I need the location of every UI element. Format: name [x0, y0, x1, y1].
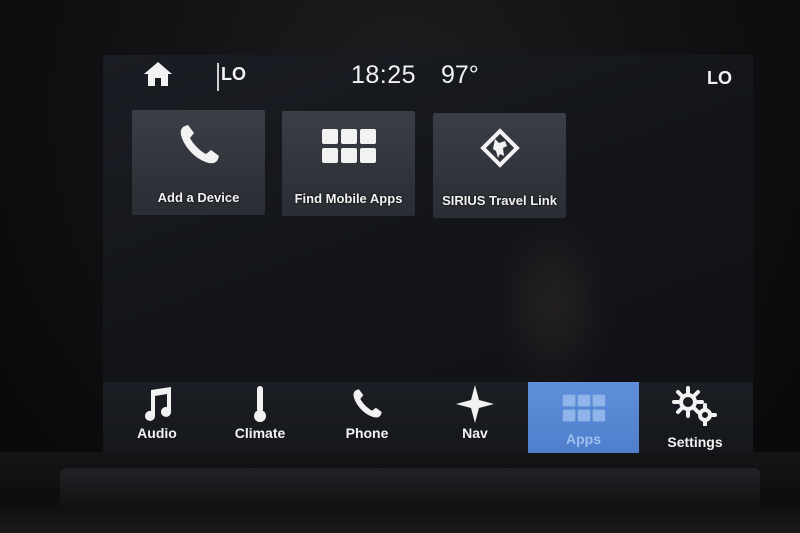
nav-tab-label: Audio	[137, 425, 177, 441]
nav-tab-nav[interactable]: Nav	[421, 382, 529, 453]
bottom-nav-bar: Audio Climate Phone Nav Apps Settings	[103, 382, 753, 453]
app-tile-find-mobile-apps[interactable]: Find Mobile Apps	[282, 111, 415, 216]
nav-tab-label: Climate	[234, 425, 286, 441]
bezel-ledge	[60, 468, 760, 508]
app-tile-sirius-travel-link[interactable]: SIRIUS Travel Link	[433, 113, 566, 218]
nav-tab-label: Settings	[667, 434, 723, 450]
app-tile-label: SIRIUS Travel Link	[442, 193, 557, 208]
outside-temperature: 97°	[441, 61, 479, 89]
app-tile-label: Find Mobile Apps	[294, 191, 403, 206]
nav-tab-settings[interactable]: Settings	[641, 382, 749, 453]
thermometer-icon	[250, 384, 270, 429]
nav-tab-label: Phone	[345, 425, 389, 441]
phone-icon	[350, 387, 384, 426]
nav-tab-phone[interactable]: Phone	[313, 382, 421, 453]
nav-tab-audio[interactable]: Audio	[103, 382, 211, 453]
passenger-temp-setting[interactable]: LO	[707, 68, 732, 89]
compass-star-icon	[455, 384, 495, 429]
status-bar: LO 18:25 97° LO	[103, 55, 753, 101]
nav-tab-label: Apps	[566, 431, 601, 447]
nav-tab-label: Nav	[462, 425, 488, 441]
phone-icon	[176, 122, 222, 173]
clock: 18:25	[351, 61, 417, 89]
app-tile-add-device[interactable]: Add a Device	[132, 110, 265, 215]
driver-temp-setting[interactable]: LO	[221, 64, 246, 85]
glass-reflection	[493, 215, 613, 395]
nav-tab-climate[interactable]: Climate	[206, 382, 314, 453]
home-icon	[143, 61, 173, 92]
grid-icon	[321, 128, 377, 169]
status-divider	[217, 63, 219, 91]
grid-icon	[562, 393, 606, 428]
home-button[interactable]	[141, 61, 175, 91]
infotainment-screen: LO 18:25 97° LO Add a Device Find Mobile…	[103, 55, 753, 453]
nav-tab-apps[interactable]: Apps	[528, 382, 639, 453]
sirius-dog-icon	[475, 123, 525, 178]
music-note-icon	[139, 386, 175, 427]
gears-icon	[672, 385, 718, 431]
app-tile-label: Add a Device	[157, 190, 240, 205]
